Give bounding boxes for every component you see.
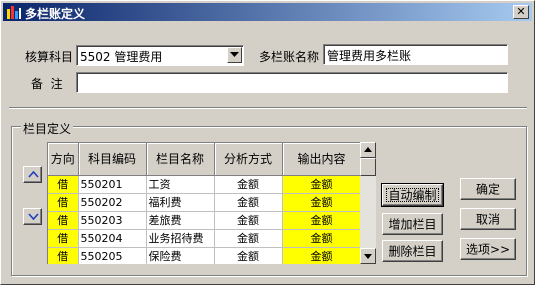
- options-button[interactable]: 选项>>: [460, 238, 516, 260]
- dialog-window: 多栏账定义 ✕ 核算科目 5502 管理费用 多栏账名称 管理费用多栏账 备 注…: [0, 0, 535, 285]
- direction-cell[interactable]: 借: [48, 229, 79, 248]
- arrow-up-icon: [364, 147, 372, 152]
- output-content-cell[interactable]: 金额: [282, 175, 360, 194]
- close-icon: ✕: [516, 5, 526, 18]
- auto-generate-button[interactable]: 自动编制: [381, 183, 444, 207]
- remark-input[interactable]: [76, 72, 508, 93]
- direction-cell[interactable]: 借: [48, 193, 79, 212]
- title-bar[interactable]: 多栏账定义 ✕: [3, 3, 532, 21]
- header-output-content[interactable]: 输出内容: [282, 143, 360, 176]
- grid-header-row: 方向 科目编码 栏目名称 分析方式 输出内容: [48, 143, 360, 176]
- account-code-cell[interactable]: 550203: [78, 211, 147, 230]
- add-column-button[interactable]: 增加栏目: [382, 213, 443, 235]
- column-name-cell[interactable]: 业务招待费: [146, 229, 215, 248]
- analysis-mode-cell[interactable]: 金额: [214, 175, 283, 194]
- analysis-mode-cell[interactable]: 金额: [214, 211, 283, 230]
- separator: [9, 107, 527, 109]
- account-code-cell[interactable]: 550204: [78, 229, 147, 248]
- column-name-cell[interactable]: 福利费: [146, 193, 215, 212]
- remark-label: 备 注: [31, 77, 63, 91]
- output-content-cell[interactable]: 金额: [282, 193, 360, 212]
- direction-cell[interactable]: 借: [48, 247, 79, 264]
- ledger-name-value: 管理费用多栏账: [327, 49, 412, 63]
- delete-column-label: 删除栏目: [388, 244, 437, 259]
- output-content-cell[interactable]: 金额: [282, 211, 360, 230]
- table-row[interactable]: 借 550205 保险费 金额 金额: [48, 247, 360, 264]
- move-up-button[interactable]: [23, 166, 42, 183]
- triangle-down-icon: [28, 213, 39, 221]
- ok-label: 确定: [475, 182, 500, 197]
- analysis-mode-cell[interactable]: 金额: [214, 247, 283, 264]
- column-name-cell[interactable]: 差旅费: [146, 211, 215, 230]
- column-name-cell[interactable]: 工资: [146, 175, 215, 194]
- output-content-cell[interactable]: 金额: [282, 229, 360, 248]
- account-value: 5502 管理费用: [80, 50, 163, 64]
- account-code-cell[interactable]: 550205: [78, 247, 147, 264]
- analysis-mode-cell[interactable]: 金额: [214, 193, 283, 212]
- direction-cell[interactable]: 借: [48, 211, 79, 230]
- triangle-up-icon: [28, 170, 39, 178]
- cancel-label: 取消: [475, 212, 500, 227]
- scroll-up-button[interactable]: [360, 142, 376, 158]
- account-combobox[interactable]: 5502 管理费用: [76, 45, 244, 66]
- window-title: 多栏账定义: [25, 7, 86, 21]
- table-row[interactable]: 借 550202 福利费 金额 金额: [48, 193, 360, 212]
- close-button[interactable]: ✕: [513, 5, 529, 19]
- ok-button[interactable]: 确定: [460, 178, 516, 200]
- ledger-name-input[interactable]: 管理费用多栏账: [323, 44, 508, 65]
- header-direction[interactable]: 方向: [48, 143, 79, 176]
- header-analysis-mode[interactable]: 分析方式: [214, 143, 283, 176]
- column-grid[interactable]: 方向 科目编码 栏目名称 分析方式 输出内容 借 550201 工资 金额 金额…: [47, 142, 360, 264]
- account-code-cell[interactable]: 550201: [78, 175, 147, 194]
- auto-generate-label: 自动编制: [388, 188, 437, 203]
- table-row[interactable]: 借 550203 差旅费 金额 金额: [48, 211, 360, 230]
- header-column-name[interactable]: 栏目名称: [146, 143, 215, 176]
- scroll-thumb[interactable]: [360, 158, 376, 176]
- grid-scrollbar[interactable]: [360, 142, 376, 264]
- move-down-button[interactable]: [23, 208, 42, 225]
- analysis-mode-cell[interactable]: 金额: [214, 229, 283, 248]
- app-icon: [7, 6, 21, 19]
- options-label: 选项>>: [465, 242, 511, 257]
- ledger-name-label: 多栏账名称: [259, 50, 320, 64]
- account-label: 核算科目: [25, 50, 74, 64]
- add-column-label: 增加栏目: [388, 217, 437, 232]
- output-content-cell[interactable]: 金额: [282, 247, 360, 264]
- table-row[interactable]: 借 550204 业务招待费 金额 金额: [48, 229, 360, 248]
- column-name-cell[interactable]: 保险费: [146, 247, 215, 264]
- account-code-cell[interactable]: 550202: [78, 193, 147, 212]
- direction-cell[interactable]: 借: [48, 175, 79, 194]
- table-row[interactable]: 借 550201 工资 金额 金额: [48, 175, 360, 194]
- group-label: 栏目定义: [21, 120, 74, 137]
- scroll-down-button[interactable]: [360, 248, 376, 264]
- arrow-down-icon: [364, 254, 372, 259]
- delete-column-button[interactable]: 删除栏目: [382, 240, 443, 262]
- header-account-code[interactable]: 科目编码: [78, 143, 147, 176]
- cancel-button[interactable]: 取消: [460, 208, 516, 230]
- chevron-down-icon[interactable]: [227, 47, 242, 63]
